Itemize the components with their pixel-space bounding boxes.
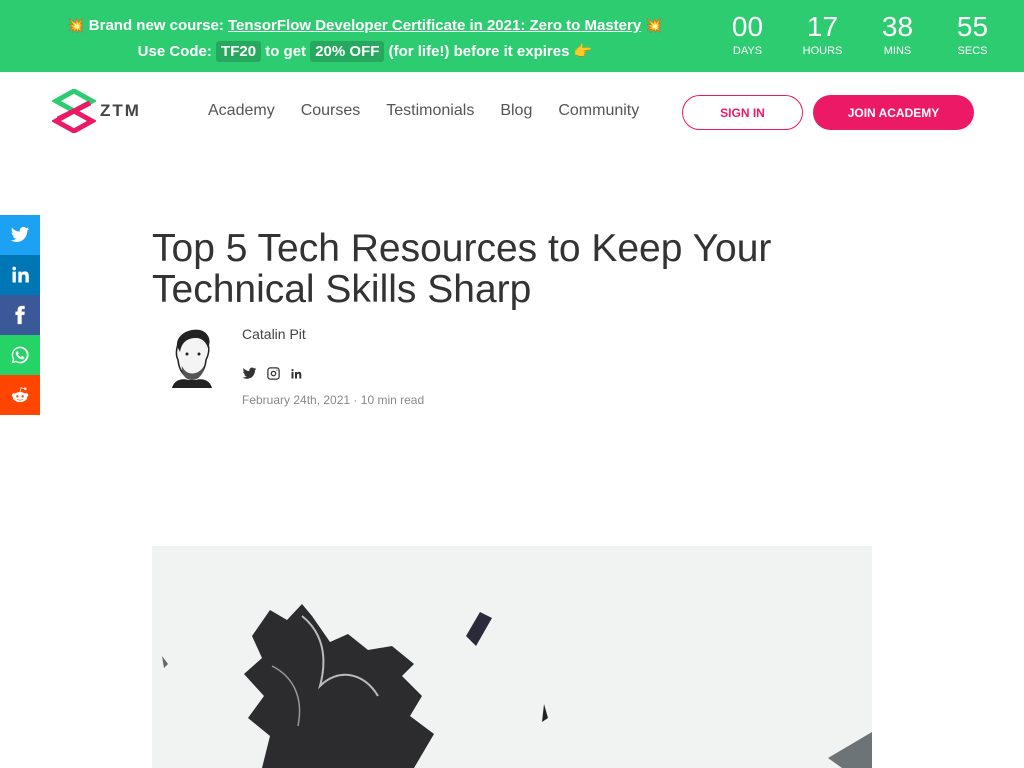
promo-code-line: Use Code: TF20 to get 20% OFF (for life!… — [60, 39, 670, 65]
promo-lead: Brand new course: — [88, 17, 224, 34]
nav-testimonials[interactable]: Testimonials — [386, 102, 474, 120]
share-sidebar — [0, 215, 40, 415]
ztm-logo[interactable]: ZTM — [52, 86, 152, 136]
main-nav: Academy Courses Testimonials Blog Commun… — [208, 102, 639, 120]
meta-separator: · — [353, 393, 361, 407]
site-header: ZTM Academy Courses Testimonials Blog Co… — [0, 72, 1024, 152]
pointing-hand-icon: 👉 — [573, 43, 593, 60]
nav-academy[interactable]: Academy — [208, 102, 275, 120]
twitter-icon — [10, 227, 30, 242]
countdown-secs: 55 SECS — [935, 12, 1010, 58]
linkedin-icon — [12, 266, 29, 283]
nav-courses[interactable]: Courses — [301, 102, 361, 120]
facebook-icon — [15, 305, 25, 325]
share-whatsapp-button[interactable] — [0, 335, 40, 375]
promo-code: TF20 — [216, 41, 262, 62]
countdown-timer: 00 DAYS 17 HOURS 38 MINS 55 SECS — [710, 12, 1010, 58]
countdown-days: 00 DAYS — [710, 12, 785, 58]
countdown-value: 38 — [881, 11, 914, 42]
author-name[interactable]: Catalin Pit — [242, 326, 306, 342]
promo-banner: 💥 Brand new course: TensorFlow Developer… — [0, 0, 1024, 72]
publish-date: February 24th, 2021 — [242, 393, 351, 407]
whatsapp-icon — [11, 346, 29, 364]
countdown-label: DAYS — [732, 45, 763, 57]
share-reddit-button[interactable] — [0, 375, 40, 415]
ztm-logo-icon — [52, 89, 96, 133]
instagram-icon[interactable] — [266, 366, 281, 381]
logo-text: ZTM — [100, 101, 141, 120]
countdown-value: 55 — [956, 11, 989, 42]
article-meta: February 24th, 2021 · 10 min read — [242, 393, 424, 407]
countdown-label: SECS — [957, 45, 988, 57]
countdown-hours: 17 HOURS — [785, 12, 860, 58]
author-socials — [242, 366, 302, 381]
countdown-label: MINS — [883, 45, 912, 57]
promo-tail: (for life!) before it expires — [388, 43, 570, 60]
explosion-icon: 💥 — [67, 17, 85, 33]
use-code-label: Use Code: — [137, 43, 212, 60]
promo-text: 💥 Brand new course: TensorFlow Developer… — [60, 12, 670, 65]
course-link[interactable]: TensorFlow Developer Certificate in 2021… — [228, 17, 641, 34]
share-twitter-button[interactable] — [0, 215, 40, 255]
discount-chip: 20% OFF — [310, 41, 385, 62]
share-linkedin-button[interactable] — [0, 255, 40, 295]
article-title: Top 5 Tech Resources to Keep Your Techni… — [152, 227, 772, 311]
share-facebook-button[interactable] — [0, 295, 40, 335]
hero-image — [152, 546, 872, 768]
countdown-value: 00 — [731, 11, 764, 42]
sign-in-button[interactable]: SIGN IN — [682, 95, 803, 130]
join-academy-button[interactable]: JOIN ACADEMY — [813, 95, 974, 130]
pencil-shavings-illustration — [152, 546, 872, 768]
read-time: 10 min read — [360, 393, 425, 407]
reddit-icon — [11, 387, 29, 403]
countdown-value: 17 — [806, 11, 839, 42]
countdown-label: HOURS — [802, 45, 843, 57]
countdown-mins: 38 MINS — [860, 12, 935, 58]
twitter-icon[interactable] — [242, 366, 257, 381]
to-get-label: to get — [265, 43, 307, 60]
explosion-icon: 💥 — [645, 17, 663, 33]
author-avatar — [172, 329, 212, 388]
linkedin-icon[interactable] — [290, 368, 302, 380]
nav-blog[interactable]: Blog — [500, 102, 532, 120]
nav-community[interactable]: Community — [558, 102, 639, 120]
